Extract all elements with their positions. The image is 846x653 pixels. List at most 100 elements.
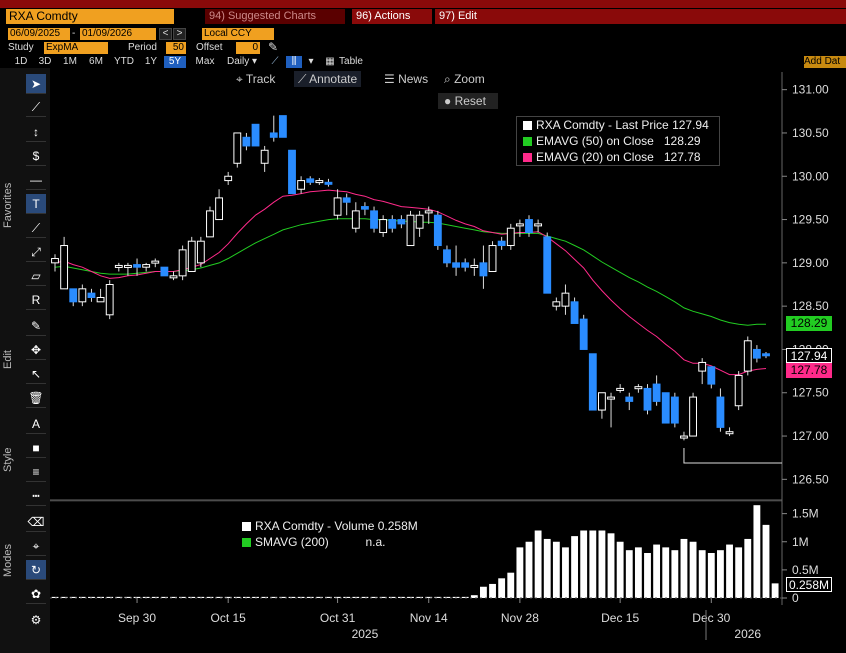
candle-body: [661, 392, 670, 424]
price-tick-label: 129.00: [792, 256, 829, 270]
volume-bar: [735, 547, 743, 598]
price-tick-label: 129.50: [792, 213, 829, 227]
candle-body: [69, 288, 78, 303]
candle-body: [324, 181, 333, 185]
volume-bar: [388, 596, 396, 598]
candle-body: [534, 223, 543, 227]
price-volume-chart[interactable]: 131.00 130.50 130.00 129.50 129.00 128.50 128.…: [0, 0, 846, 653]
legend-swatch: [523, 153, 532, 163]
candle-body: [260, 149, 269, 164]
volume-legend: RXA Comdty - Volume 0.258M SMAVG (200) n…: [236, 518, 442, 550]
candle-body: [588, 353, 597, 411]
volume-bar: [771, 583, 779, 598]
candle-body: [643, 387, 652, 411]
volume-bar: [616, 541, 624, 598]
candle-body: [479, 262, 488, 277]
volume-bar: [717, 550, 724, 598]
date-tick-label: Dec 15: [601, 611, 639, 625]
legend-swatch: [242, 522, 251, 532]
candle-body: [607, 396, 615, 400]
candle-body: [452, 262, 460, 268]
candle-body: [160, 266, 169, 277]
candle-body: [406, 214, 415, 247]
candle-body: [306, 178, 315, 183]
volume-bar: [106, 596, 114, 598]
legend-smavg: SMAVG (200) n.a.: [236, 534, 442, 550]
year-label: 2026: [734, 627, 761, 641]
date-tick-label: Nov 14: [410, 611, 448, 625]
candle-body: [96, 296, 105, 303]
candle-body: [124, 264, 132, 268]
candle-body: [388, 219, 397, 229]
candle-body: [561, 292, 570, 307]
volume-bar: [416, 596, 424, 598]
candle-body: [105, 284, 114, 316]
volume-tick-label: 0.5M: [792, 563, 819, 577]
volume-bar: [680, 538, 688, 598]
volume-bar: [707, 553, 715, 598]
candle-body: [716, 396, 725, 428]
volume-tick-label: 1.5M: [792, 507, 819, 521]
candle-body: [370, 210, 378, 229]
volume-tick-label: 1M: [792, 535, 809, 549]
candle-body: [652, 383, 661, 402]
candle-body: [625, 396, 634, 402]
candle-body: [552, 301, 561, 307]
volume-bar: [261, 596, 269, 598]
volume-bar: [133, 596, 141, 598]
legend-volume: RXA Comdty - Volume 0.258M: [236, 518, 442, 534]
volume-bar: [233, 596, 241, 598]
candle-body: [169, 275, 178, 279]
volume-bar: [571, 536, 578, 598]
candle-body: [707, 366, 716, 385]
candle-body: [488, 245, 497, 273]
volume-bar: [361, 596, 369, 598]
price-tick-label: 126.50: [792, 472, 829, 486]
price-tick-label: 128.50: [792, 299, 829, 313]
legend-swatch: [242, 538, 251, 548]
candle-body: [743, 340, 752, 372]
candle-body: [151, 260, 160, 264]
low-marker-line: [683, 448, 782, 464]
candle-body: [734, 374, 743, 407]
volume-bar: [753, 505, 761, 598]
candle-body: [251, 123, 260, 147]
candle-body: [470, 264, 479, 268]
volume-bar: [662, 547, 670, 598]
volume-bar: [480, 586, 487, 598]
candle-body: [397, 219, 406, 225]
volume-bar: [744, 538, 752, 598]
candle-body: [515, 223, 524, 227]
candle-body: [415, 214, 424, 229]
candle-body: [433, 214, 442, 247]
candle-body: [525, 219, 533, 234]
candle-body: [288, 149, 296, 195]
candle-body: [215, 197, 223, 221]
volume-bar: [598, 530, 606, 598]
year-label: 2025: [352, 627, 379, 641]
legend-last-price: RXA Comdty - Last Price 127.94: [517, 117, 719, 133]
candle-body: [680, 435, 688, 439]
candle-body: [634, 386, 643, 390]
volume-bar: [698, 550, 706, 598]
candle-body: [379, 219, 388, 234]
legend-swatch: [523, 137, 532, 147]
candle-body: [206, 210, 214, 238]
candle-body: [670, 396, 679, 424]
price-tick-label: 130.00: [792, 169, 829, 183]
date-tick-label: Dec 30: [692, 611, 730, 625]
volume-bar: [534, 530, 542, 598]
date-tick-label: Sep 30: [118, 611, 156, 625]
price-legend: RXA Comdty - Last Price 127.94 EMAVG (50…: [516, 116, 720, 166]
volume-bar: [671, 550, 679, 598]
volume-bar: [516, 547, 524, 598]
volume-bar: [689, 541, 697, 598]
price-tick-label: 127.00: [792, 429, 829, 443]
candle-body: [570, 301, 579, 324]
volume-bar: [206, 596, 214, 598]
volume-bar: [589, 530, 597, 598]
candle-body: [269, 132, 278, 138]
candle-body: [133, 264, 141, 268]
volume-bar: [580, 530, 588, 598]
candle-body: [297, 180, 306, 190]
